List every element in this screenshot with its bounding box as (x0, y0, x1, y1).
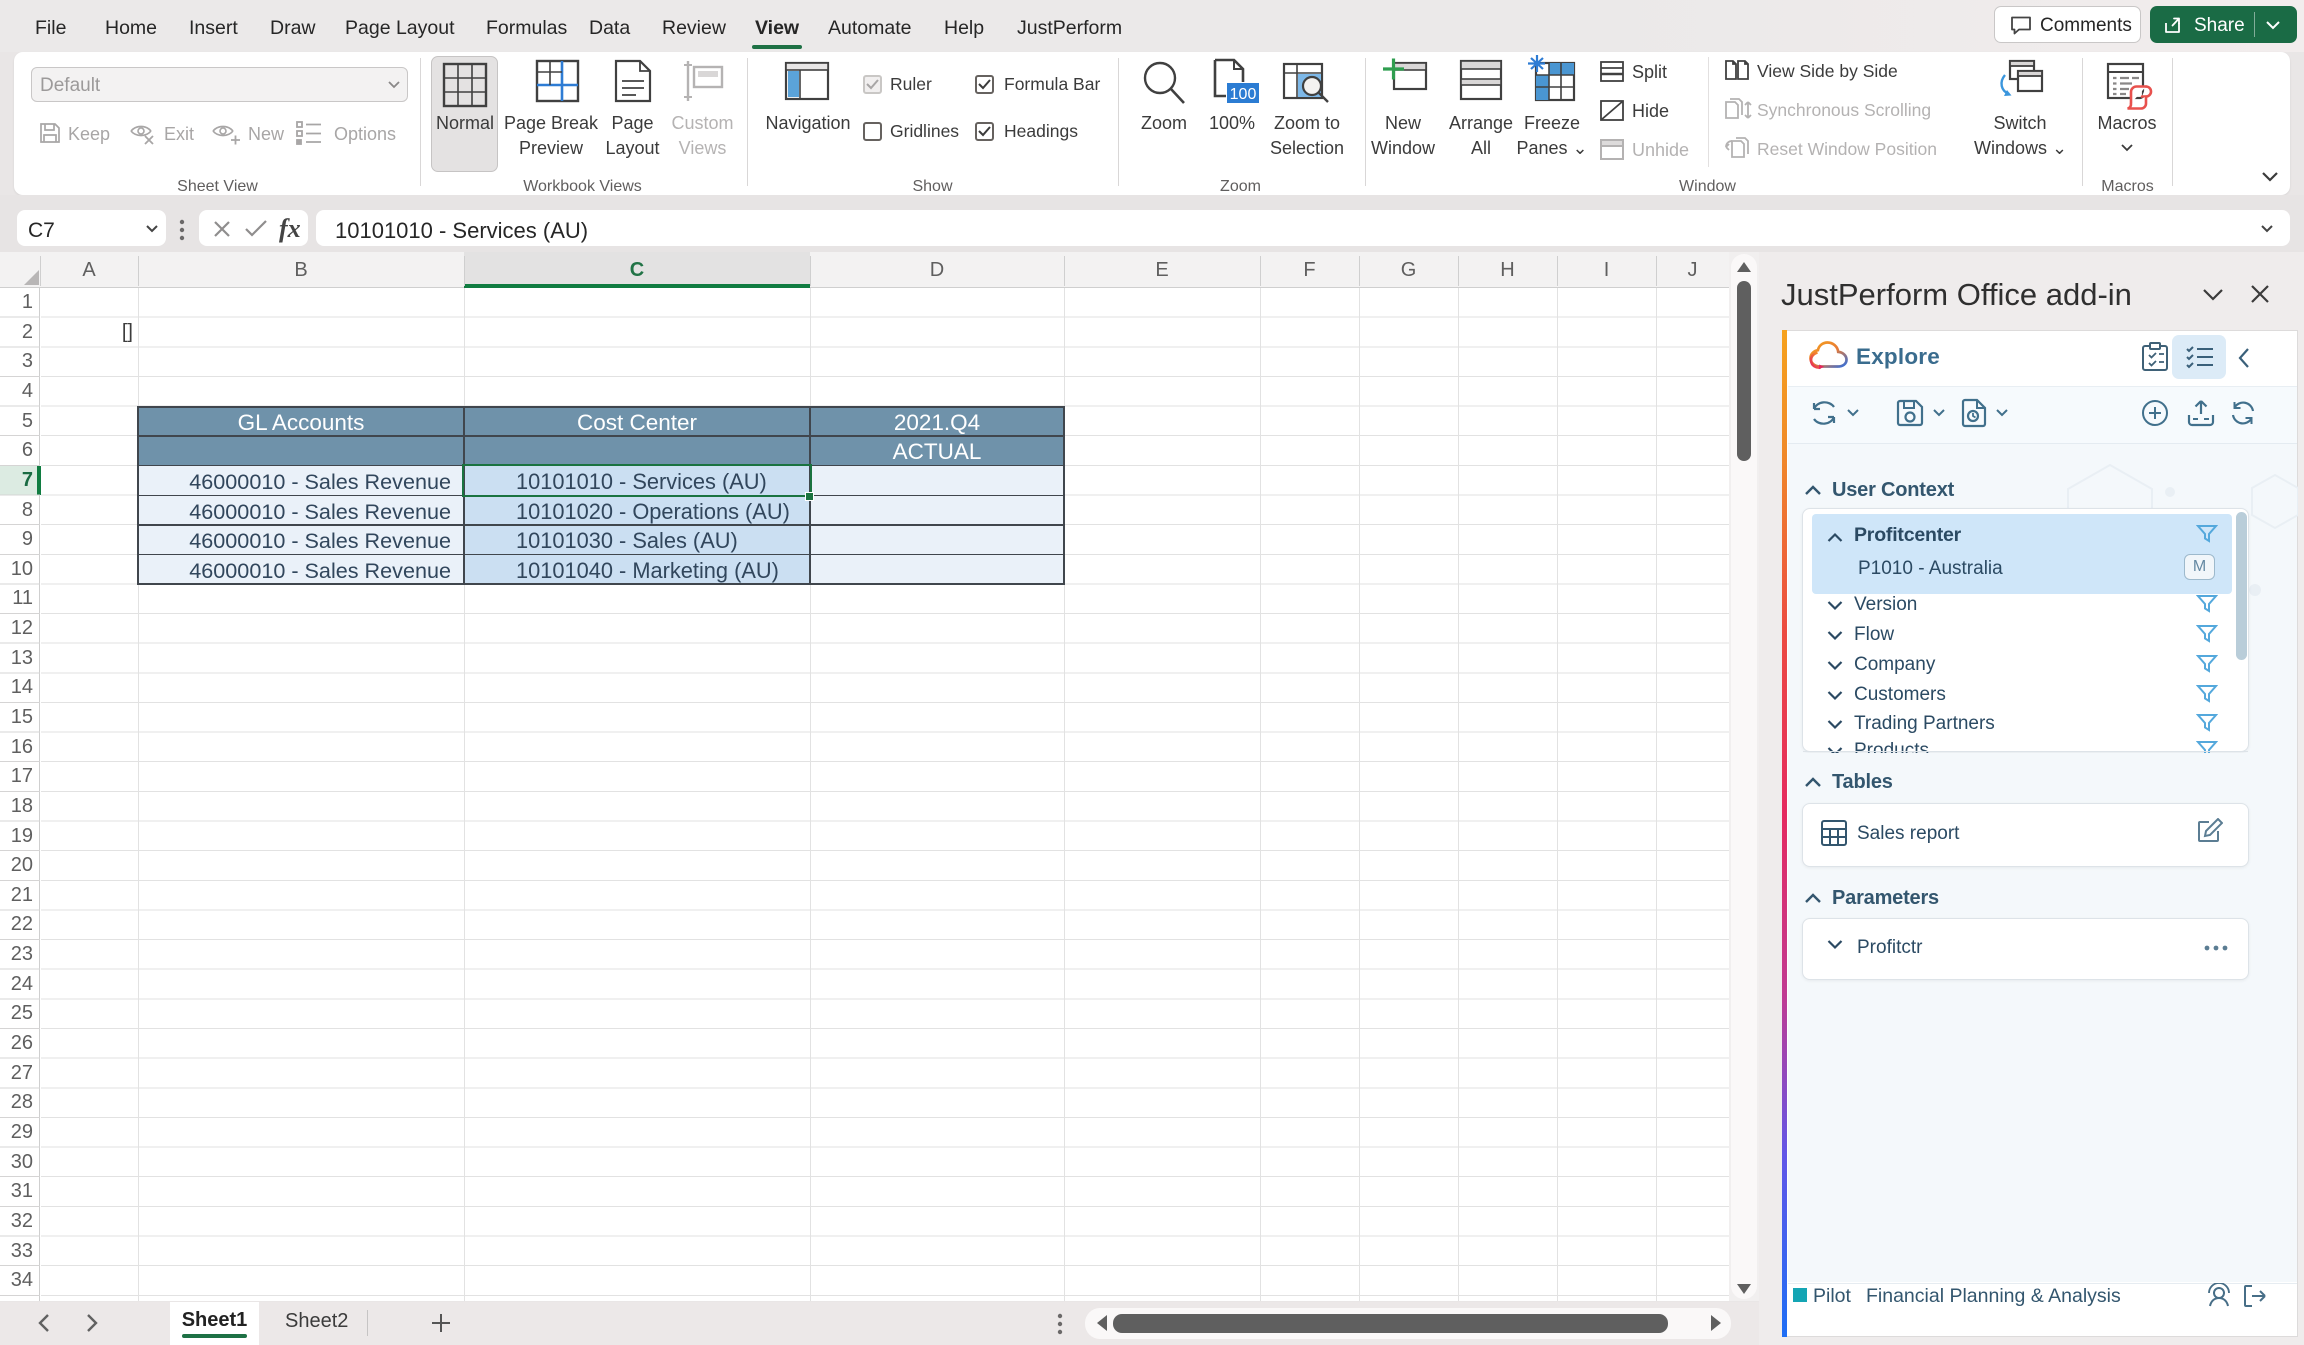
svg-text:100: 100 (1230, 86, 1257, 103)
